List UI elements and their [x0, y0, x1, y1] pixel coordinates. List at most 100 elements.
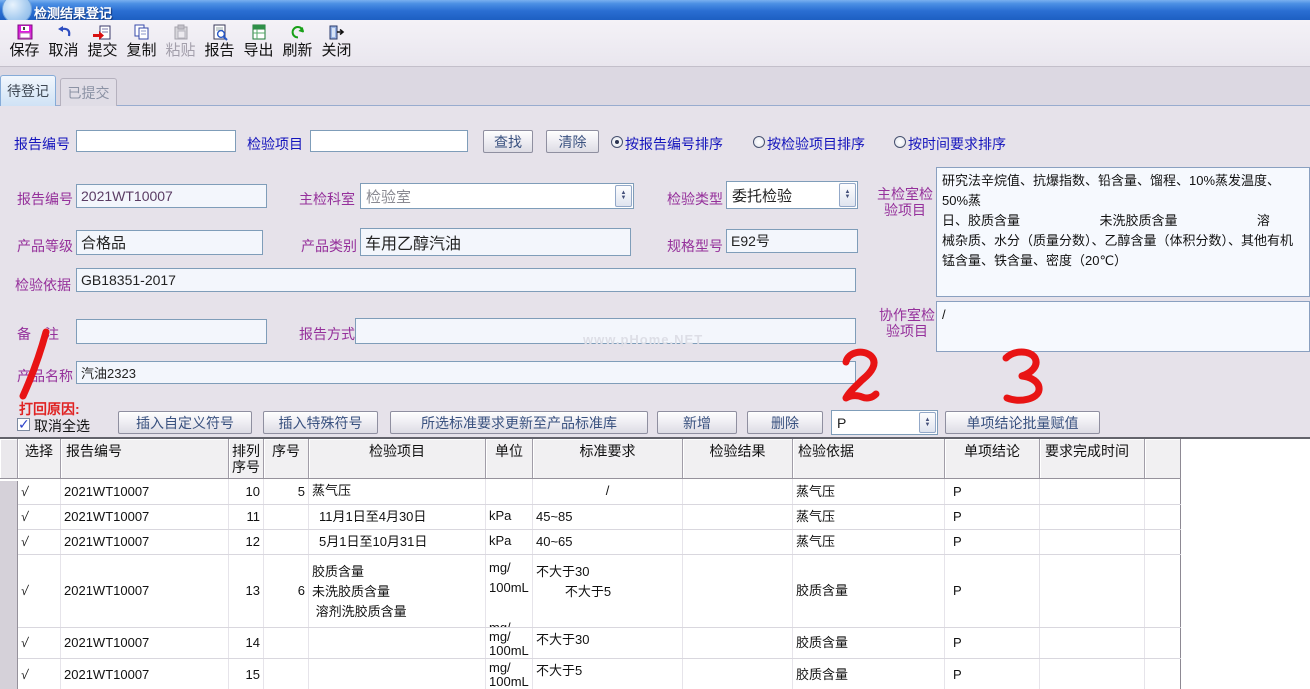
undo-button[interactable]: 取消 — [44, 22, 83, 65]
watermark: www.pHome.NET — [583, 332, 703, 347]
main-items-textarea[interactable]: 研究法辛烷值、抗爆指数、铅含量、馏程、10%蒸发温度、50%蒸 日、胶质含量 未… — [936, 167, 1310, 297]
row-seq-cell: 6 — [264, 555, 309, 627]
save-icon — [16, 22, 34, 42]
row-result-cell[interactable] — [683, 479, 793, 504]
row-result-cell[interactable] — [683, 505, 793, 529]
row-result-cell[interactable] — [683, 628, 793, 658]
search-item-input[interactable] — [310, 130, 468, 152]
col-header-requirement[interactable]: 标准要求 — [533, 439, 683, 478]
export-button[interactable]: 导出 — [239, 22, 278, 65]
table-row[interactable]: √ 2021WT10007 10 5 蒸气压 / 蒸气压 P — [18, 479, 1181, 505]
refresh-button[interactable]: 刷新 — [278, 22, 317, 65]
col-header-select[interactable]: 选择 — [18, 439, 61, 478]
tab-pending[interactable]: 待登记 — [0, 75, 56, 106]
row-result-cell[interactable] — [683, 530, 793, 554]
uncheck-all-checkbox[interactable] — [17, 418, 30, 431]
test-type-label: 检验类型 — [667, 189, 723, 209]
insert-custom-symbol-button[interactable]: 插入自定义符号 — [118, 411, 252, 434]
basis-label: 检验依据 — [15, 275, 71, 295]
row-check-cell[interactable]: √ — [18, 659, 61, 689]
sort-by-report-no-radio[interactable] — [611, 136, 623, 148]
row-unit-cell: mg/ 100mL — [486, 628, 533, 658]
test-type-select[interactable]: 委托检验 ▲▼ — [726, 181, 858, 209]
update-standard-button[interactable]: 所选标准要求更新至产品标准库 — [390, 411, 648, 434]
col-header-due[interactable]: 要求完成时间 — [1040, 439, 1145, 478]
assign-conclusion-button[interactable]: 单项结论批量赋值 — [945, 411, 1100, 434]
row-requirement-cell: 不大于30 不大于5 — [533, 555, 683, 627]
col-header-seq[interactable]: 序号 — [264, 439, 309, 478]
row-basis-cell: 蒸气压 — [793, 505, 945, 529]
row-check-cell[interactable]: √ — [18, 555, 61, 627]
row-basis-cell: 蒸气压 — [793, 479, 945, 504]
col-header-basis[interactable]: 检验依据 — [793, 439, 945, 478]
row-check-cell[interactable]: √ — [18, 530, 61, 554]
row-check-cell[interactable]: √ — [18, 628, 61, 658]
row-order-no-cell: 14 — [229, 628, 264, 658]
grid-header: 选择 报告编号 排列 序号 序号 检验项目 单位 标准要求 检验结果 检验依据 … — [0, 439, 1181, 479]
clear-button[interactable]: 清除 — [546, 130, 599, 153]
col-header-result[interactable]: 检验结果 — [683, 439, 793, 478]
tab-strip: 待登记 已提交 — [0, 67, 1310, 106]
row-conclusion-cell: P — [945, 505, 1040, 529]
col-header-order-no[interactable]: 排列 序号 — [229, 439, 264, 478]
row-result-cell[interactable] — [683, 555, 793, 627]
report-button[interactable]: 报告 — [200, 22, 239, 65]
uncheck-all-label[interactable]: 取消全选 — [34, 416, 90, 436]
table-row[interactable]: √ 2021WT10007 12 5月1日至10月31日 kPa 40~65 蒸… — [18, 530, 1181, 555]
dropdown-arrows-icon[interactable]: ▲▼ — [839, 183, 856, 207]
insert-special-symbol-button[interactable]: 插入特殊符号 — [263, 411, 378, 434]
conclusion-select[interactable]: P ▲▼ — [831, 410, 938, 435]
row-report-no-cell: 2021WT10007 — [61, 628, 229, 658]
report-no-label: 报告编号 — [17, 189, 73, 209]
row-result-cell[interactable] — [683, 659, 793, 689]
row-item-cell: 5月1日至10月31日 — [309, 530, 486, 554]
coop-items-textarea[interactable]: / — [936, 301, 1310, 352]
row-conclusion-cell: P — [945, 479, 1040, 504]
row-blank-cell — [1145, 479, 1181, 504]
dropdown-arrows-icon[interactable]: ▲▼ — [615, 185, 632, 207]
tab-submitted[interactable]: 已提交 — [60, 78, 117, 106]
submit-button[interactable]: 提交 — [83, 22, 122, 65]
delete-button[interactable]: 删除 — [747, 411, 823, 434]
search-item-label: 检验项目 — [247, 134, 303, 154]
report-mode-label: 报告方式 — [299, 324, 355, 344]
sort-by-report-no-label[interactable]: 按报告编号排序 — [625, 134, 723, 154]
spec-field[interactable] — [726, 229, 858, 253]
col-header-item[interactable]: 检验项目 — [309, 439, 486, 478]
copy-button[interactable]: 复制 — [122, 22, 161, 65]
col-header-conclusion[interactable]: 单项结论 — [945, 439, 1040, 478]
row-unit-cell: mg/ 100mL mg/ 100mL — [486, 555, 533, 627]
search-report-no-input[interactable] — [76, 130, 236, 152]
row-due-cell — [1040, 530, 1145, 554]
add-button[interactable]: 新增 — [657, 411, 737, 434]
table-row[interactable]: √ 2021WT10007 11 11月1日至4月30日 kPa 45~85 蒸… — [18, 505, 1181, 530]
dept-select[interactable]: 检验室 ▲▼ — [360, 183, 634, 209]
dept-label: 主检科室 — [299, 189, 355, 209]
find-button[interactable]: 查找 — [483, 130, 533, 153]
product-name-field[interactable] — [76, 361, 856, 384]
row-check-cell[interactable]: √ — [18, 479, 61, 504]
row-check-cell[interactable]: √ — [18, 505, 61, 529]
dropdown-arrows-icon[interactable]: ▲▼ — [919, 412, 936, 433]
row-requirement-cell: 45~85 — [533, 505, 683, 529]
basis-field[interactable] — [76, 268, 856, 292]
grade-field[interactable] — [76, 230, 263, 255]
col-header-unit[interactable]: 单位 — [486, 439, 533, 478]
row-conclusion-cell: P — [945, 628, 1040, 658]
report-no-field[interactable] — [76, 184, 267, 208]
sort-by-time-label[interactable]: 按时间要求排序 — [908, 134, 1006, 154]
row-blank-cell — [1145, 659, 1181, 689]
close-button[interactable]: 关闭 — [317, 22, 356, 65]
sort-by-item-label[interactable]: 按检验项目排序 — [767, 134, 865, 154]
save-button[interactable]: 保存 — [5, 22, 44, 65]
table-row[interactable]: √ 2021WT10007 13 6 胶质含量 未洗胶质含量 溶剂洗胶质含量 m… — [18, 555, 1181, 628]
col-header-report-no[interactable]: 报告编号 — [61, 439, 229, 478]
row-unit-cell: mg/ 100mL — [486, 659, 533, 689]
row-item-cell: 胶质含量 未洗胶质含量 溶剂洗胶质含量 — [309, 555, 486, 627]
sort-by-time-radio[interactable] — [894, 136, 906, 148]
category-field[interactable] — [360, 228, 631, 256]
remark-field[interactable] — [76, 319, 267, 344]
table-row[interactable]: √ 2021WT10007 14 mg/ 100mL 不大于30 胶质含量 P — [18, 628, 1181, 659]
table-row[interactable]: √ 2021WT10007 15 mg/ 100mL 不大于5 胶质含量 P — [18, 659, 1181, 689]
sort-by-item-radio[interactable] — [753, 136, 765, 148]
